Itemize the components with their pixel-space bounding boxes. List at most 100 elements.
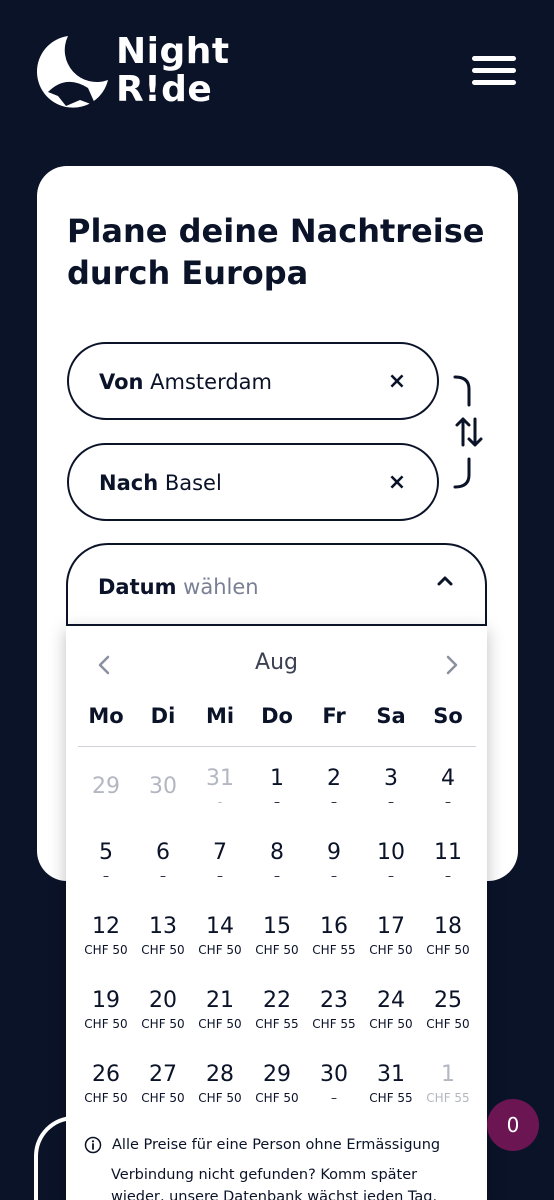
price-note: Alle Preise für eine Person ohne Ermässi… xyxy=(112,1137,441,1153)
clear-from-icon[interactable]: × xyxy=(385,368,409,396)
weekday-header: Mo Di Mi Do Fr Sa So xyxy=(78,704,476,734)
day-number: 6 xyxy=(156,840,170,865)
missing-connection-note: Verbindung nicht gefunden? Komm später w… xyxy=(111,1167,438,1200)
chevron-up-icon[interactable] xyxy=(435,571,455,591)
day-number: 12 xyxy=(92,914,120,939)
calendar-day[interactable]: 19 CHF 50 xyxy=(78,988,134,1048)
day-price: CHF 50 xyxy=(426,943,470,957)
calendar-day[interactable]: 21 CHF 50 xyxy=(192,988,248,1048)
page-title: Plane deine Nachtreise durch Europa xyxy=(67,212,485,292)
moon-icon xyxy=(36,36,108,108)
day-price: CHF 55 xyxy=(426,1091,470,1105)
day-price: CHF 50 xyxy=(84,943,128,957)
calendar-day: 30 xyxy=(135,766,191,826)
calendar-nav: Aug xyxy=(66,648,487,682)
day-number: 10 xyxy=(377,840,405,865)
day-price: CHF 55 xyxy=(312,943,356,957)
day-number: 1 xyxy=(270,766,284,791)
header: Night R!de xyxy=(0,0,554,140)
date-label: Datum xyxy=(98,575,177,599)
day-price: CHF 50 xyxy=(198,1091,242,1105)
day-price: CHF 50 xyxy=(198,943,242,957)
calendar-day[interactable]: 17 CHF 50 xyxy=(363,914,419,974)
day-price: – xyxy=(217,869,223,883)
calendar-day[interactable]: 14 CHF 50 xyxy=(192,914,248,974)
day-number: 9 xyxy=(327,840,341,865)
day-number: 13 xyxy=(149,914,177,939)
calendar-day[interactable]: 4– xyxy=(420,766,476,826)
day-price: CHF 50 xyxy=(369,1017,413,1031)
day-number: 28 xyxy=(206,1062,234,1087)
weekday-label: Fr xyxy=(322,704,346,728)
calendar-day[interactable]: 6– xyxy=(135,840,191,900)
calendar-day[interactable]: 27 CHF 50 xyxy=(135,1062,191,1122)
day-price: CHF 50 xyxy=(369,943,413,957)
calendar-day[interactable]: 15 CHF 50 xyxy=(249,914,305,974)
calendar-day[interactable]: 3– xyxy=(363,766,419,826)
day-number: 2 xyxy=(327,766,341,791)
day-number: 7 xyxy=(213,840,227,865)
day-price: – xyxy=(103,869,109,883)
to-field[interactable]: Nach Basel × xyxy=(67,443,439,521)
calendar-day[interactable]: 5– xyxy=(78,840,134,900)
calendar-day[interactable]: 7– xyxy=(192,840,248,900)
calendar-day: 31 - xyxy=(192,766,248,826)
day-number: 3 xyxy=(384,766,398,791)
day-price: CHF 50 xyxy=(84,1017,128,1031)
day-number: 31 xyxy=(377,1062,405,1087)
calendar-day[interactable]: 10 – xyxy=(363,840,419,900)
calendar-day[interactable]: 29 CHF 50 xyxy=(249,1062,305,1122)
calendar-dropdown: Aug Mo Di Mi Do Fr Sa So 29 30 31-1–2–3–4–5–6–7–… xyxy=(66,624,487,1200)
day-price: – xyxy=(388,795,394,809)
calendar-day[interactable]: 26 CHF 50 xyxy=(78,1062,134,1122)
calendar-day: 1 CHF 55 xyxy=(420,1062,476,1122)
calendar-day[interactable]: 20 CHF 50 xyxy=(135,988,191,1048)
day-number: 30 xyxy=(149,774,177,799)
calendar-day[interactable]: 11 – xyxy=(420,840,476,900)
calendar-day[interactable]: 28 CHF 50 xyxy=(192,1062,248,1122)
day-number: 22 xyxy=(263,988,291,1013)
calendar-day[interactable]: 18 CHF 50 xyxy=(420,914,476,974)
calendar-day[interactable]: 30 – xyxy=(306,1062,362,1122)
day-number: 4 xyxy=(441,766,455,791)
day-price: CHF 50 xyxy=(84,1091,128,1105)
day-price: CHF 50 xyxy=(198,1017,242,1031)
day-price: CHF 55 xyxy=(312,1017,356,1031)
calendar-day[interactable]: 31 CHF 55 xyxy=(363,1062,419,1122)
calendar-day[interactable]: 13 CHF 50 xyxy=(135,914,191,974)
calendar-day[interactable]: 25 CHF 50 xyxy=(420,988,476,1048)
night-ride-logo[interactable]: Night R!de xyxy=(36,34,236,114)
calendar-day[interactable]: 24 CHF 50 xyxy=(363,988,419,1048)
day-number: 16 xyxy=(320,914,348,939)
clear-to-icon[interactable]: × xyxy=(385,469,409,497)
hamburger-menu-icon[interactable] xyxy=(472,56,520,90)
calendar-day[interactable]: 9– xyxy=(306,840,362,900)
day-price: – xyxy=(331,869,337,883)
day-number: 20 xyxy=(149,988,177,1013)
day-number: 11 xyxy=(434,840,462,865)
day-number: 18 xyxy=(434,914,462,939)
day-number: 25 xyxy=(434,988,462,1013)
date-field[interactable]: Datum wählen xyxy=(66,543,487,627)
calendar-day[interactable]: 22 CHF 55 xyxy=(249,988,305,1048)
next-card-edge xyxy=(34,1116,94,1200)
calendar-day[interactable]: 12 CHF 50 xyxy=(78,914,134,974)
day-price: – xyxy=(331,1091,337,1105)
swap-stations-icon[interactable] xyxy=(449,375,489,489)
day-number: 23 xyxy=(320,988,348,1013)
calendar-day[interactable]: 23 CHF 55 xyxy=(306,988,362,1048)
day-price: – xyxy=(331,795,337,809)
from-value: Amsterdam xyxy=(150,370,273,394)
day-number: 26 xyxy=(92,1062,120,1087)
chevron-right-icon[interactable] xyxy=(438,652,464,678)
calendar-day[interactable]: 1– xyxy=(249,766,305,826)
day-number: 30 xyxy=(320,1062,348,1087)
day-price: CHF 55 xyxy=(255,1017,299,1031)
day-price: CHF 50 xyxy=(141,1017,185,1031)
chat-badge[interactable]: 0 xyxy=(487,1099,539,1151)
weekday-label: Sa xyxy=(376,704,406,728)
from-field[interactable]: Von Amsterdam × xyxy=(67,342,439,420)
calendar-day[interactable]: 2– xyxy=(306,766,362,826)
calendar-day[interactable]: 16 CHF 55 xyxy=(306,914,362,974)
calendar-day[interactable]: 8– xyxy=(249,840,305,900)
